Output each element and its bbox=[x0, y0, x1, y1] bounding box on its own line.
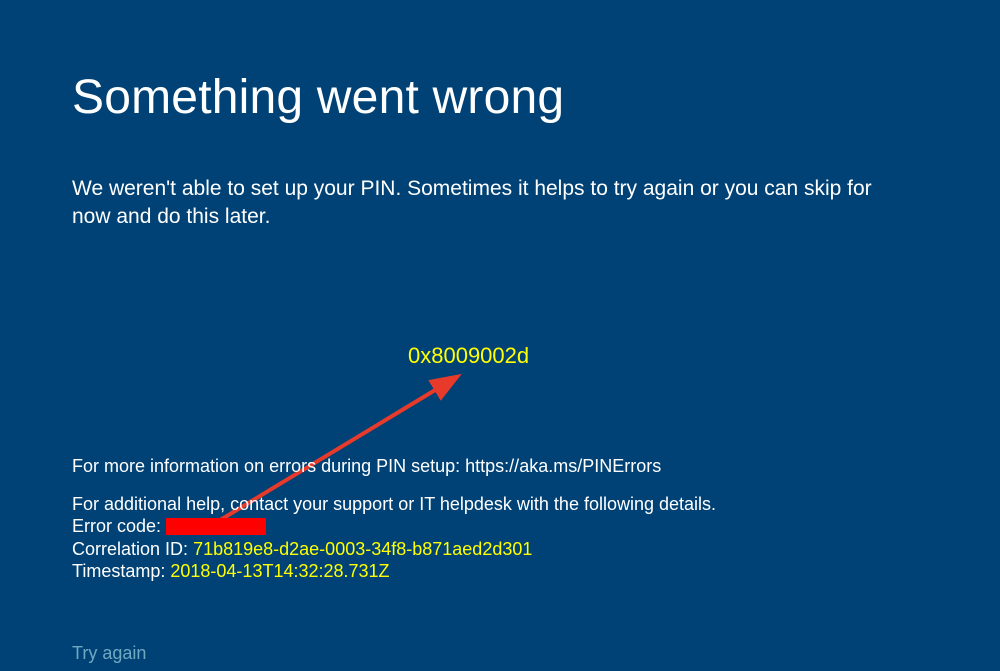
error-code-line: Error code: bbox=[72, 515, 716, 538]
timestamp-value: 2018-04-13T14:32:28.731Z bbox=[170, 561, 389, 581]
error-code-label: Error code: bbox=[72, 516, 161, 536]
error-details-section: For more information on errors during PI… bbox=[72, 455, 716, 583]
correlation-id-value: 71b819e8-d2ae-0003-34f8-b871aed2d301 bbox=[193, 539, 532, 559]
correlation-id-label: Correlation ID: bbox=[72, 539, 188, 559]
more-info-text: For more information on errors during PI… bbox=[72, 455, 716, 478]
error-code-annotation: 0x8009002d bbox=[408, 343, 529, 369]
timestamp-label: Timestamp: bbox=[72, 561, 165, 581]
correlation-id-line: Correlation ID: 71b819e8-d2ae-0003-34f8-… bbox=[72, 538, 716, 561]
error-code-redacted bbox=[166, 518, 266, 535]
try-again-link[interactable]: Try again bbox=[72, 643, 146, 664]
timestamp-line: Timestamp: 2018-04-13T14:32:28.731Z bbox=[72, 560, 716, 583]
error-message: We weren't able to set up your PIN. Some… bbox=[72, 175, 902, 232]
page-title: Something went wrong bbox=[72, 70, 928, 125]
help-text: For additional help, contact your suppor… bbox=[72, 493, 716, 516]
